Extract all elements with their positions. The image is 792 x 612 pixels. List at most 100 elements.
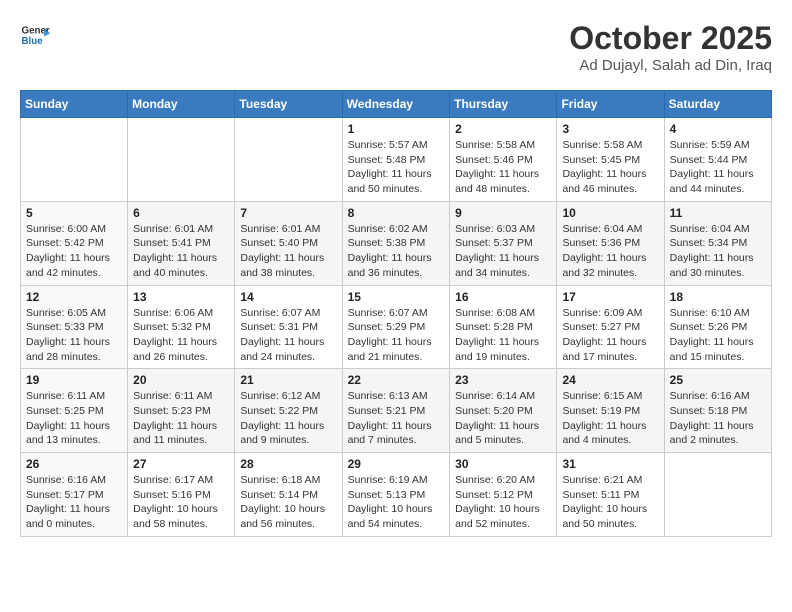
location-subtitle: Ad Dujayl, Salah ad Din, Iraq (569, 57, 772, 74)
day-number: 22 (348, 373, 445, 387)
calendar-cell: 30 Sunrise: 6:20 AM Sunset: 5:12 PM Dayli… (450, 453, 557, 537)
svg-text:Blue: Blue (22, 36, 44, 47)
calendar-week-row: 12 Sunrise: 6:05 AM Sunset: 5:33 PM Dayli… (21, 285, 772, 369)
day-number: 7 (240, 206, 336, 220)
day-detail: Sunrise: 6:04 AM Sunset: 5:36 PM Dayligh… (562, 222, 658, 281)
calendar-cell: 16Sunrise: 6:08 AM Sunset: 5:28 PM Dayli… (450, 285, 557, 369)
day-detail: Sunrise: 6:12 AM Sunset: 5:22 PM Dayligh… (240, 389, 336, 448)
day-detail: Sunrise: 6:19 AM Sunset: 5:13 PM Dayligh… (348, 473, 445, 532)
day-detail: Sunrise: 6:21 AM Sunset: 5:11 PM Dayligh… (562, 473, 658, 532)
day-detail: Sunrise: 6:08 AM Sunset: 5:28 PM Dayligh… (455, 306, 551, 365)
day-number: 21 (240, 373, 336, 387)
day-number: 19 (26, 373, 122, 387)
day-detail: Sunrise: 6:17 AM Sunset: 5:16 PM Dayligh… (133, 473, 229, 532)
day-number: 31 (562, 457, 658, 471)
day-number: 1 (348, 122, 445, 136)
day-detail: Sunrise: 5:58 AM Sunset: 5:46 PM Dayligh… (455, 138, 551, 197)
calendar-cell: 19 Sunrise: 6:11 AM Sunset: 5:25 PM Dayli… (21, 369, 128, 453)
weekday-header: Saturday (664, 91, 771, 118)
logo-icon: General Blue (20, 20, 50, 50)
calendar-week-row: 1 Sunrise: 5:57 AM Sunset: 5:48 PM Daylig… (21, 118, 772, 202)
day-detail: Sunrise: 6:15 AM Sunset: 5:19 PM Dayligh… (562, 389, 658, 448)
day-number: 29 (348, 457, 445, 471)
calendar-cell: 21 Sunrise: 6:12 AM Sunset: 5:22 PM Dayli… (235, 369, 342, 453)
day-number: 2 (455, 122, 551, 136)
title-block: October 2025 Ad Dujayl, Salah ad Din, Ir… (569, 20, 772, 74)
day-number: 9 (455, 206, 551, 220)
calendar-cell: 7 Sunrise: 6:01 AM Sunset: 5:40 PM Daylig… (235, 201, 342, 285)
calendar-cell (21, 118, 128, 202)
day-detail: Sunrise: 6:01 AM Sunset: 5:40 PM Dayligh… (240, 222, 336, 281)
calendar-week-row: 26 Sunrise: 6:16 AM Sunset: 5:17 PM Dayli… (21, 453, 772, 537)
day-detail: Sunrise: 6:01 AM Sunset: 5:41 PM Dayligh… (133, 222, 229, 281)
calendar-cell: 5 Sunrise: 6:00 AM Sunset: 5:42 PM Daylig… (21, 201, 128, 285)
weekday-header: Thursday (450, 91, 557, 118)
calendar-cell (235, 118, 342, 202)
day-number: 25 (670, 373, 766, 387)
calendar-cell: 14 Sunrise: 6:07 AM Sunset: 5:31 PM Dayli… (235, 285, 342, 369)
day-number: 12 (26, 290, 122, 304)
day-detail: Sunrise: 6:11 AM Sunset: 5:23 PM Dayligh… (133, 389, 229, 448)
day-detail: Sunrise: 6:02 AM Sunset: 5:38 PM Dayligh… (348, 222, 445, 281)
day-detail: Sunrise: 6:13 AM Sunset: 5:21 PM Dayligh… (348, 389, 445, 448)
calendar-cell: 31 Sunrise: 6:21 AM Sunset: 5:11 PM Dayli… (557, 453, 664, 537)
day-number: 24 (562, 373, 658, 387)
day-detail: Sunrise: 6:06 AM Sunset: 5:32 PM Dayligh… (133, 306, 229, 365)
day-detail: Sunrise: 6:07 AM Sunset: 5:29 PM Dayligh… (348, 306, 445, 365)
day-number: 6 (133, 206, 229, 220)
calendar-cell: 25Sunrise: 6:16 AM Sunset: 5:18 PM Dayli… (664, 369, 771, 453)
calendar-week-row: 5 Sunrise: 6:00 AM Sunset: 5:42 PM Daylig… (21, 201, 772, 285)
calendar-cell: 15Sunrise: 6:07 AM Sunset: 5:29 PM Dayli… (342, 285, 450, 369)
weekday-header: Sunday (21, 91, 128, 118)
weekday-header: Monday (128, 91, 235, 118)
day-detail: Sunrise: 6:03 AM Sunset: 5:37 PM Dayligh… (455, 222, 551, 281)
calendar-table: SundayMondayTuesdayWednesdayThursdayFrid… (20, 90, 772, 537)
day-number: 10 (562, 206, 658, 220)
day-number: 26 (26, 457, 122, 471)
day-number: 30 (455, 457, 551, 471)
day-detail: Sunrise: 6:07 AM Sunset: 5:31 PM Dayligh… (240, 306, 336, 365)
calendar-cell: 2 Sunrise: 5:58 AM Sunset: 5:46 PM Daylig… (450, 118, 557, 202)
calendar-week-row: 19 Sunrise: 6:11 AM Sunset: 5:25 PM Dayli… (21, 369, 772, 453)
day-number: 18 (670, 290, 766, 304)
day-number: 17 (562, 290, 658, 304)
day-number: 20 (133, 373, 229, 387)
calendar-cell: 26 Sunrise: 6:16 AM Sunset: 5:17 PM Dayli… (21, 453, 128, 537)
calendar-cell (664, 453, 771, 537)
day-detail: Sunrise: 5:59 AM Sunset: 5:44 PM Dayligh… (670, 138, 766, 197)
day-detail: Sunrise: 5:57 AM Sunset: 5:48 PM Dayligh… (348, 138, 445, 197)
day-detail: Sunrise: 6:16 AM Sunset: 5:17 PM Dayligh… (26, 473, 122, 532)
day-number: 13 (133, 290, 229, 304)
day-number: 23 (455, 373, 551, 387)
calendar-cell: 3Sunrise: 5:58 AM Sunset: 5:45 PM Daylig… (557, 118, 664, 202)
day-number: 8 (348, 206, 445, 220)
weekday-header: Wednesday (342, 91, 450, 118)
page-header: General Blue October 2025 Ad Dujayl, Sal… (20, 20, 772, 74)
calendar-cell: 23 Sunrise: 6:14 AM Sunset: 5:20 PM Dayli… (450, 369, 557, 453)
calendar-cell: 9 Sunrise: 6:03 AM Sunset: 5:37 PM Daylig… (450, 201, 557, 285)
day-number: 11 (670, 206, 766, 220)
calendar-cell: 24 Sunrise: 6:15 AM Sunset: 5:19 PM Dayli… (557, 369, 664, 453)
calendar-cell: 28Sunrise: 6:18 AM Sunset: 5:14 PM Dayli… (235, 453, 342, 537)
calendar-cell: 20 Sunrise: 6:11 AM Sunset: 5:23 PM Dayli… (128, 369, 235, 453)
day-detail: Sunrise: 6:20 AM Sunset: 5:12 PM Dayligh… (455, 473, 551, 532)
calendar-cell: 29 Sunrise: 6:19 AM Sunset: 5:13 PM Dayli… (342, 453, 450, 537)
day-detail: Sunrise: 6:05 AM Sunset: 5:33 PM Dayligh… (26, 306, 122, 365)
calendar-cell: 27 Sunrise: 6:17 AM Sunset: 5:16 PM Dayli… (128, 453, 235, 537)
calendar-cell: 18Sunrise: 6:10 AM Sunset: 5:26 PM Dayli… (664, 285, 771, 369)
day-detail: Sunrise: 6:11 AM Sunset: 5:25 PM Dayligh… (26, 389, 122, 448)
day-detail: Sunrise: 6:14 AM Sunset: 5:20 PM Dayligh… (455, 389, 551, 448)
day-number: 27 (133, 457, 229, 471)
logo: General Blue (20, 20, 50, 50)
calendar-cell: 4Sunrise: 5:59 AM Sunset: 5:44 PM Daylig… (664, 118, 771, 202)
weekday-header-row: SundayMondayTuesdayWednesdayThursdayFrid… (21, 91, 772, 118)
calendar-cell: 22 Sunrise: 6:13 AM Sunset: 5:21 PM Dayli… (342, 369, 450, 453)
calendar-cell: 6 Sunrise: 6:01 AM Sunset: 5:41 PM Daylig… (128, 201, 235, 285)
calendar-cell: 13 Sunrise: 6:06 AM Sunset: 5:32 PM Dayli… (128, 285, 235, 369)
day-detail: Sunrise: 6:00 AM Sunset: 5:42 PM Dayligh… (26, 222, 122, 281)
calendar-cell (128, 118, 235, 202)
day-number: 14 (240, 290, 336, 304)
calendar-cell: 11 Sunrise: 6:04 AM Sunset: 5:34 PM Dayli… (664, 201, 771, 285)
day-detail: Sunrise: 6:04 AM Sunset: 5:34 PM Dayligh… (670, 222, 766, 281)
day-number: 5 (26, 206, 122, 220)
